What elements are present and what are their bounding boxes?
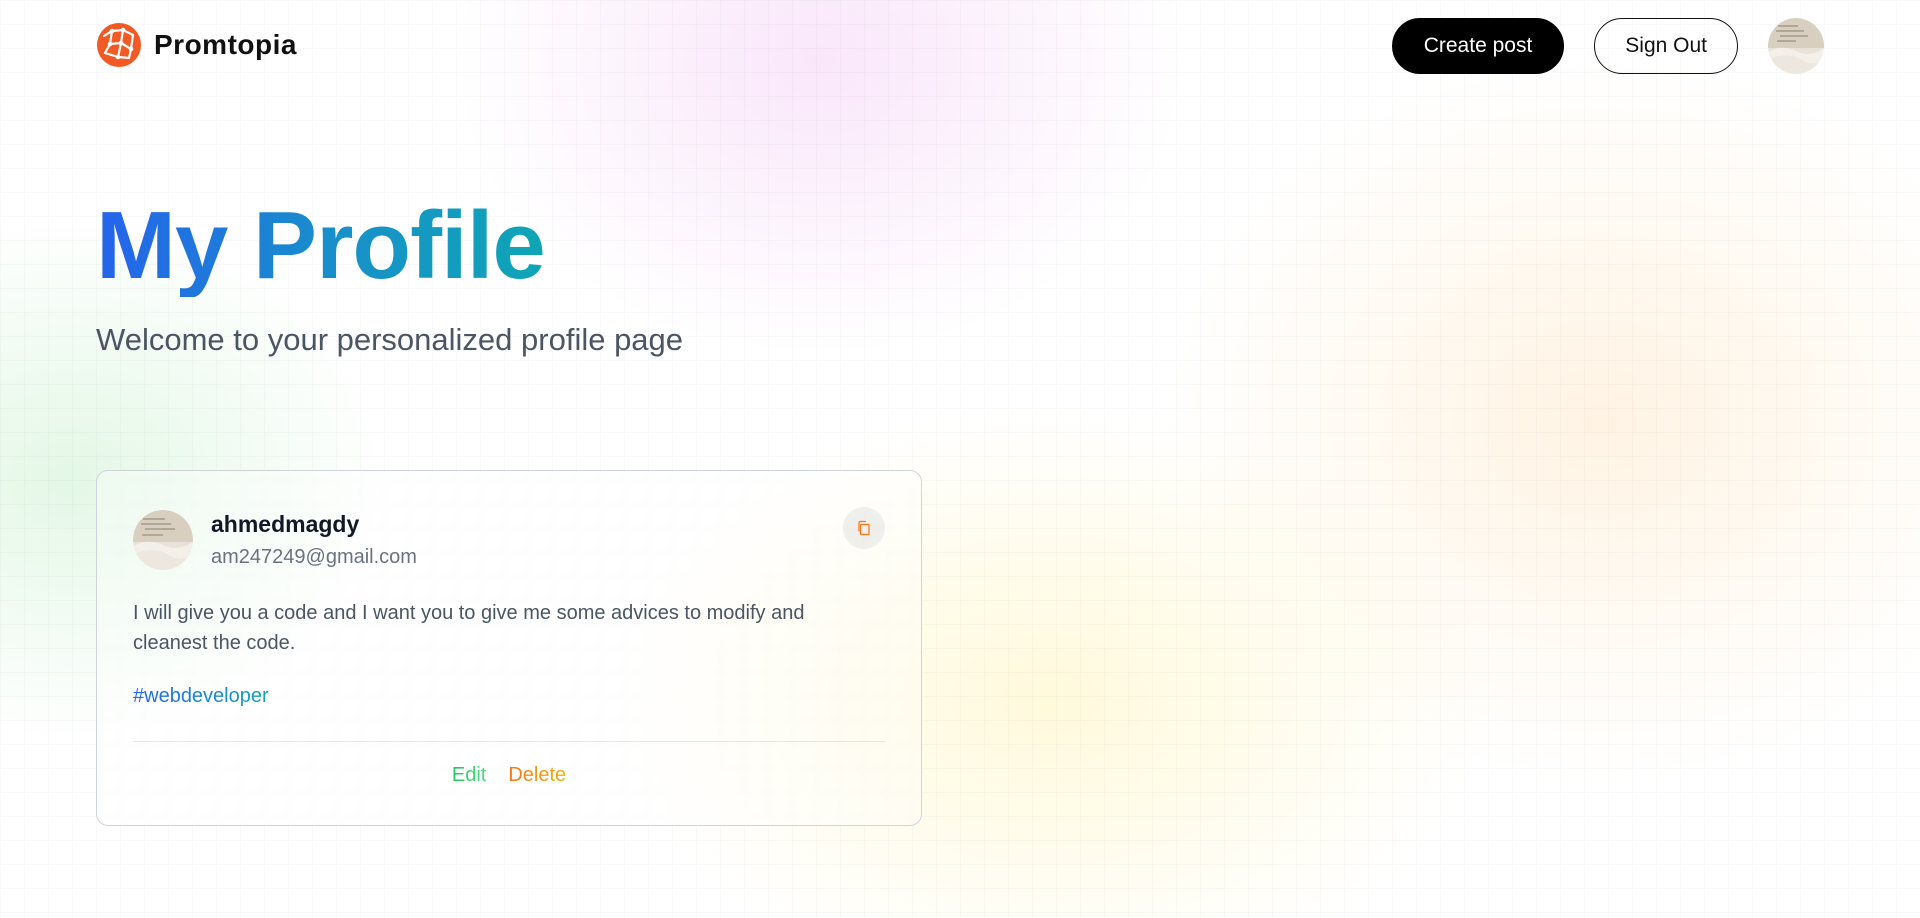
author-email: am247249@gmail.com [211,546,417,568]
page-title: My Profile [96,192,546,299]
author-avatar[interactable] [133,510,193,570]
nav-actions: Create post Sign Out [1391,18,1824,74]
create-post-button[interactable]: Create post [1391,18,1565,74]
profile-page: Promtopia Create post Sign Out My Profil… [0,0,1920,918]
user-avatar[interactable] [1768,18,1824,74]
card-actions: Edit Delete [97,764,921,787]
page-subtitle: Welcome to your personalized profile pag… [96,322,684,357]
copy-icon [858,520,870,536]
top-navbar: Promtopia Create post Sign Out [0,0,1920,92]
prompt-text: I will give you a code and I want you to… [133,602,805,654]
brand-name: Promtopia [154,29,297,60]
brand-link[interactable]: Promtopia [96,22,297,68]
sign-out-button[interactable]: Sign Out [1594,18,1738,74]
card-divider [133,741,885,742]
delete-button[interactable]: Delete [508,764,566,787]
copy-button[interactable] [843,507,885,549]
hero: My Profile [96,192,546,299]
globe-network-icon [97,23,141,67]
prompt-card: ahmedmagdy am247249@gmail.com I will giv… [96,470,922,826]
prompt-tag[interactable]: #webdeveloper [133,685,269,708]
edit-button[interactable]: Edit [452,764,486,787]
author-username[interactable]: ahmedmagdy [211,511,359,538]
